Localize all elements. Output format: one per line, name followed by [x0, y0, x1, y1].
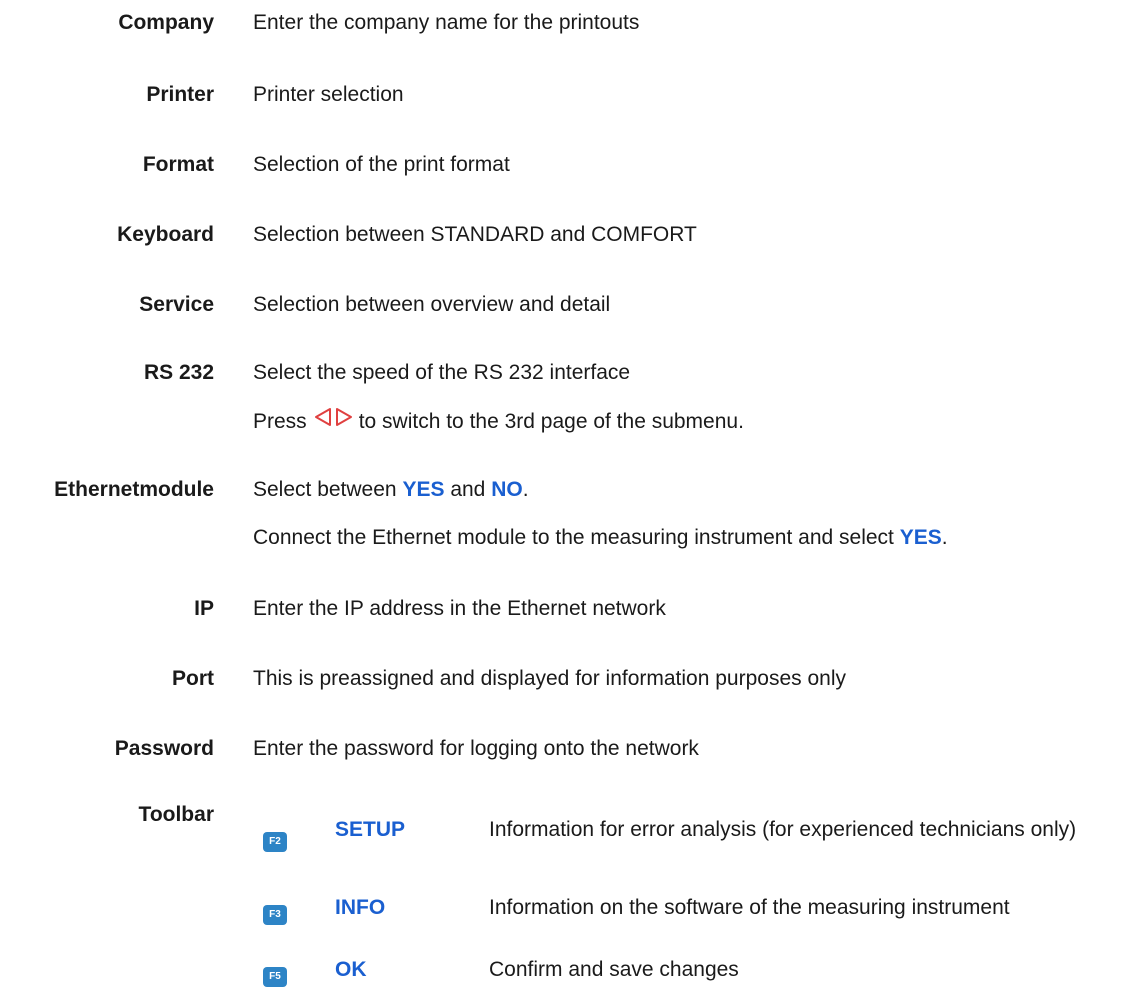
- term-port: Port: [172, 667, 214, 690]
- ethernet-line1-text: Select between: [253, 478, 397, 501]
- desc-format: Selection of the print format: [253, 153, 510, 176]
- f2-key-icon: F2: [263, 832, 287, 852]
- ok-desc: Confirm and save changes: [489, 958, 739, 981]
- term-keyboard: Keyboard: [117, 223, 214, 246]
- term-printer: Printer: [146, 83, 214, 106]
- ethernet-line2-text: Connect the Ethernet module to the measu…: [253, 526, 894, 549]
- term-password: Password: [114, 737, 214, 760]
- desc-ethernet-connect: Connect the Ethernet module to the measu…: [253, 523, 948, 553]
- ok-label: OK: [335, 958, 367, 981]
- ethernet-line2-row: Connect the Ethernet module to the measu…: [0, 523, 1142, 553]
- desc-company: Enter the company name for the printouts: [253, 11, 640, 34]
- setup-label: SETUP: [335, 818, 406, 841]
- left-right-arrow-icon: [313, 406, 355, 436]
- press-note-row: Press to switch to the 3rd page of the su…: [0, 406, 1142, 436]
- desc-keyboard: Selection between STANDARD and COMFORT: [253, 223, 697, 246]
- toolbar-item-info: F3 INFO Information on the software of t…: [0, 893, 1142, 933]
- port-row: Port This is preassigned and displayed f…: [0, 664, 1142, 694]
- term-format: Format: [142, 153, 214, 176]
- desc-rs232: Select the speed of the RS 232 interface: [253, 361, 631, 384]
- yes-keyword: YES: [402, 478, 445, 501]
- and-text: and: [450, 478, 486, 501]
- desc-ethernetmodule: Select between YES and NO.: [253, 475, 529, 505]
- info-label: INFO: [335, 896, 386, 919]
- password-row: Password Enter the password for logging …: [0, 734, 1142, 764]
- f5-key-icon: F5: [263, 967, 287, 987]
- service-row: Service Selection between overview and d…: [0, 290, 1142, 320]
- term-rs232: RS 232: [143, 361, 214, 384]
- term-ethernetmodule: Ethernetmodule: [54, 478, 214, 501]
- setup-desc: Information for error analysis (for expe…: [489, 818, 1077, 841]
- desc-service: Selection between overview and detail: [253, 293, 611, 316]
- press-note-after: to switch to the 3rd page of the submenu…: [358, 410, 744, 434]
- term-company: Company: [118, 11, 214, 34]
- term-service: Service: [139, 293, 214, 316]
- toolbar-item-ok: F5 OK Confirm and save changes: [0, 955, 1142, 995]
- company-row: Company Enter the company name for the p…: [0, 8, 1142, 38]
- format-row: Format Selection of the print format: [0, 150, 1142, 180]
- period-2: .: [941, 526, 948, 549]
- keyboard-row: Keyboard Selection between STANDARD and …: [0, 220, 1142, 250]
- period: .: [522, 478, 529, 501]
- desc-password: Enter the password for logging onto the …: [253, 737, 699, 760]
- yes-keyword-2: YES: [899, 526, 942, 549]
- printer-row: Printer Printer selection: [0, 80, 1142, 110]
- ethernet-row: Ethernetmodule Select between YES and NO…: [0, 475, 1142, 505]
- press-note: Press to switch to the 3rd page of the su…: [253, 406, 744, 439]
- term-ip: IP: [194, 597, 214, 620]
- toolbar-item-setup: F2 SETUP Information for error analysis …: [0, 810, 1142, 880]
- press-note-before: Press: [253, 410, 307, 434]
- desc-ip: Enter the IP address in the Ethernet net…: [253, 597, 666, 620]
- info-desc: Information on the software of the measu…: [489, 896, 1010, 919]
- desc-port: This is preassigned and displayed for in…: [253, 667, 846, 690]
- rs232-row: RS 232 Select the speed of the RS 232 in…: [0, 358, 1142, 388]
- ip-row: IP Enter the IP address in the Ethernet …: [0, 594, 1142, 624]
- f3-key-icon: F3: [263, 905, 287, 925]
- desc-printer: Printer selection: [253, 83, 404, 106]
- no-keyword: NO: [491, 478, 523, 501]
